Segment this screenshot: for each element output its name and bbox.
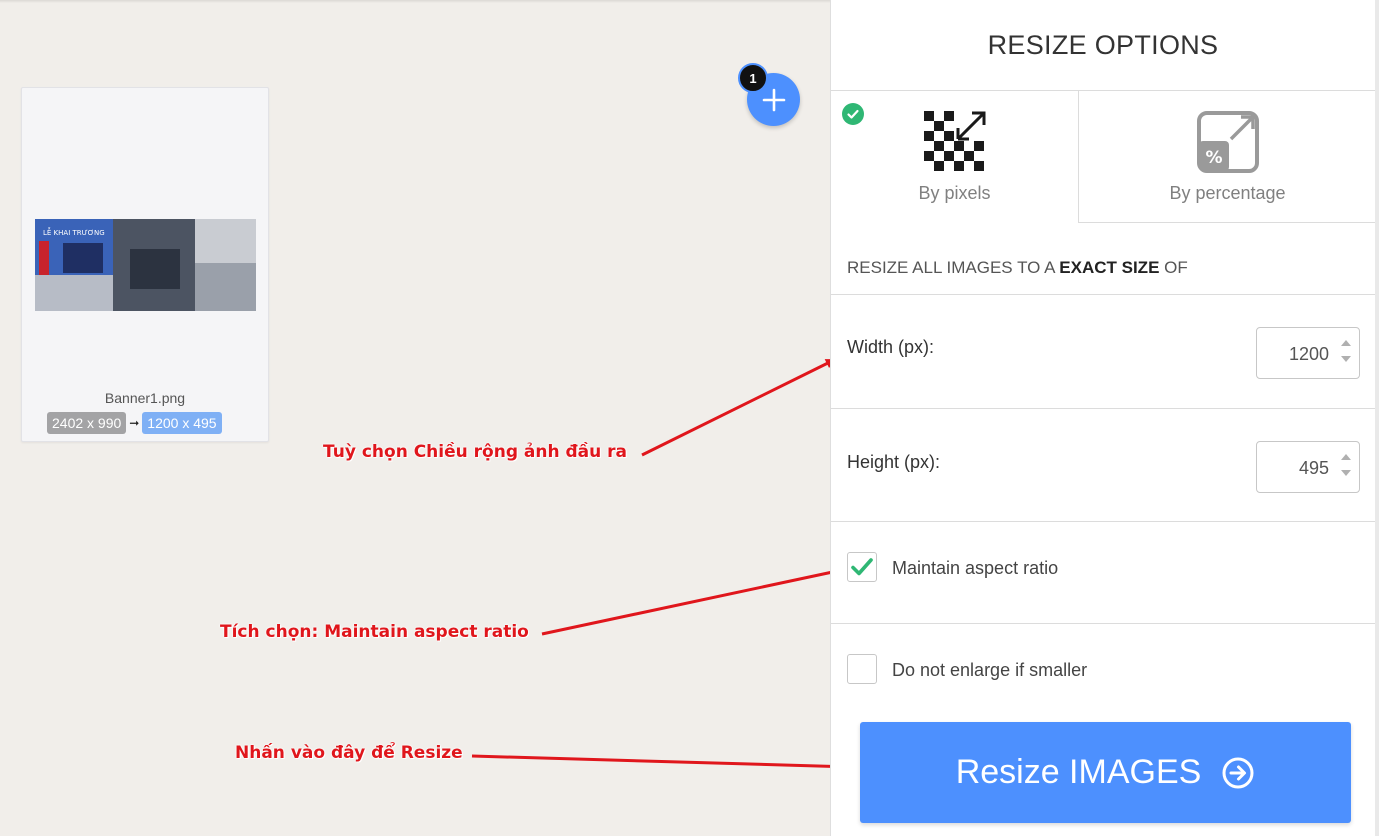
pixels-resize-icon [923, 111, 985, 171]
width-value: 1200 [1288, 344, 1329, 364]
section-heading-emphasis: EXACT SIZE [1059, 258, 1160, 277]
annotation-resize: Nhấn vào đây để Resize [235, 743, 463, 763]
arrow-to-width [641, 358, 836, 457]
arrow-right-icon: ➞ [129, 416, 140, 430]
image-count-badge: 1 [738, 63, 768, 93]
arrow-circle-right-icon [1222, 757, 1254, 788]
height-row: Height (px): 495 [831, 409, 1375, 522]
annotation-width: Tuỳ chọn Chiều rộng ảnh đầu ra [323, 442, 628, 462]
height-value: 495 [1298, 458, 1329, 478]
section-heading: RESIZE ALL IMAGES TO A EXACT SIZE OF [831, 223, 1375, 295]
selected-check-icon [842, 103, 864, 125]
tab-by-pixels[interactable]: By pixels [831, 91, 1078, 223]
top-shadow [0, 0, 830, 3]
thumbnail-banner-text: LỄ KHAI TRƯƠNG [43, 229, 105, 237]
image-thumbnail: LỄ KHAI TRƯƠNG [35, 219, 256, 311]
original-size-badge: 2402 x 990 [47, 412, 127, 434]
image-card[interactable]: LỄ KHAI TRƯƠNG Banner1.png 2402 x 990 ➞ … [21, 87, 269, 442]
maintain-aspect-checkbox[interactable] [847, 552, 877, 582]
arrow-to-resize [471, 754, 854, 772]
section-heading-prefix: RESIZE ALL IMAGES TO A [847, 258, 1060, 277]
plus-icon [762, 88, 785, 111]
file-name: Banner1.png [104, 390, 186, 406]
width-label: Width (px): [847, 337, 935, 357]
width-input[interactable]: 1200 [1256, 327, 1360, 379]
new-size-badge: 1200 x 495 [142, 412, 222, 434]
arrow-to-aspect [541, 566, 844, 636]
maintain-aspect-row: Maintain aspect ratio [831, 522, 1375, 624]
no-enlarge-row: Do not enlarge if smaller [831, 624, 1375, 724]
tab-label-pixels: By pixels [918, 183, 991, 203]
svg-text:%: % [1205, 148, 1222, 168]
width-row: Width (px): 1200 [831, 295, 1375, 409]
no-enlarge-label[interactable]: Do not enlarge if smaller [892, 660, 1087, 681]
width-spinner[interactable] [1341, 340, 1351, 368]
height-spinner[interactable] [1341, 454, 1351, 482]
resize-button-label: Resize IMAGES [955, 753, 1202, 791]
tab-label-percentage: By percentage [1169, 183, 1286, 203]
checkmark-icon [851, 558, 873, 576]
maintain-aspect-label[interactable]: Maintain aspect ratio [892, 558, 1058, 579]
scrollbar[interactable] [1375, 0, 1379, 836]
height-input[interactable]: 495 [1256, 441, 1360, 493]
tab-by-percentage[interactable]: % By percentage [1078, 91, 1376, 223]
percentage-resize-icon: % [1196, 111, 1259, 173]
no-enlarge-checkbox[interactable] [847, 654, 877, 684]
panel-title: RESIZE OPTIONS [831, 0, 1375, 91]
section-heading-suffix: OF [1159, 258, 1188, 277]
size-conversion: 2402 x 990 ➞ 1200 x 495 [47, 412, 222, 434]
resize-options-panel: RESIZE OPTIONS By pixels % By percentage [830, 0, 1376, 836]
annotation-aspect: Tích chọn: Maintain aspect ratio [220, 622, 529, 642]
height-label: Height (px): [847, 452, 941, 472]
resize-images-button[interactable]: Resize IMAGES [860, 722, 1351, 823]
